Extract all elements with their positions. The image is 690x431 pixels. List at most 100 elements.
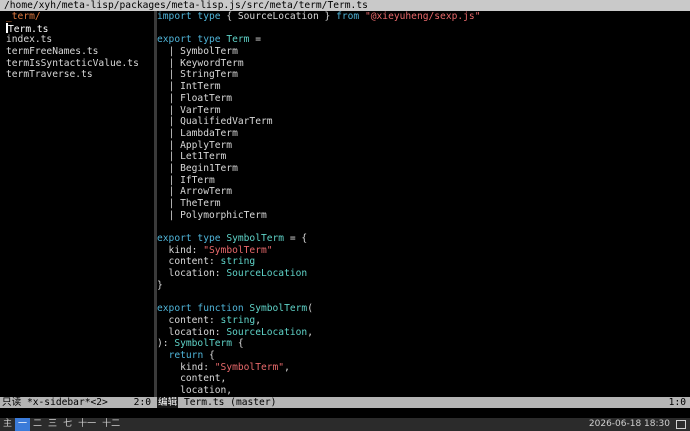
code-token: | SymbolTerm [157,46,238,58]
workspace-tab[interactable]: 十一 [75,418,99,431]
code-line[interactable]: | TheTerm [157,198,690,210]
code-token: | QualifiedVarTerm [157,116,273,128]
edit-mode-badge: 编辑 [157,397,179,408]
code-token: location: [157,268,227,280]
workspace-tab[interactable]: 三 [45,418,60,431]
taskbar: 主一二三七十一 十二 2026-06-18 18:30 [0,418,690,431]
code-line[interactable]: export function SymbolTerm( [157,303,690,315]
code-token: | TheTerm [157,198,221,209]
code-editor[interactable]: import type { SourceLocation } from "@xi… [157,11,690,397]
code-token: content: [157,314,221,326]
window-title: /home/xyh/meta-lisp/packages/meta-lisp.j… [0,0,690,11]
workspace-tab[interactable]: 七 [60,418,75,431]
code-token: export type [157,233,221,245]
code-token: content, [157,373,227,385]
code-token: , [255,314,261,326]
code-line[interactable]: } [157,280,690,292]
code-token: | IntTerm [157,81,221,93]
code-token: , [284,361,290,373]
workspace-tab[interactable]: 主 [0,418,15,431]
code-line[interactable]: | Let1Term [157,151,690,163]
editor-buffer-name: Term.ts (master) [183,397,277,408]
window-tray-icon[interactable] [676,420,686,429]
sidebar-file-termtraverse[interactable]: termTraverse.ts [0,69,154,81]
code-token: SymbolTerm [174,338,233,350]
code-token: export function [157,303,244,315]
code-line[interactable]: | KeywordTerm [157,58,690,70]
code-token: string [220,256,256,268]
sidebar-file-termissyntacticvalue[interactable]: termIsSyntacticValue.ts [0,58,154,70]
code-line[interactable]: | StringTerm [157,69,690,81]
code-token: = { [284,233,308,245]
minibuffer[interactable] [0,408,690,418]
code-line[interactable]: | FloatTerm [157,93,690,105]
code-line[interactable]: export type Term = [157,34,690,46]
code-line[interactable] [157,23,690,35]
sidebar-buffer-name: *x-sidebar*<2> [26,397,108,408]
code-token: "SymbolTerm" [214,361,285,373]
code-line[interactable]: return { [157,350,690,362]
code-line[interactable] [157,292,690,304]
code-line[interactable]: location: SourceLocation [157,268,690,280]
sidebar-cursor-position: 2:0 [133,397,151,408]
workspace-tab[interactable]: 一 [15,418,31,431]
code-token: ): [157,338,175,350]
code-token: | IfTerm [157,174,215,186]
code-line[interactable]: kind: "SymbolTerm", [157,362,690,374]
sidebar-file-termfreenames[interactable]: termFreeNames.ts [0,46,154,58]
code-line[interactable]: location: SourceLocation, [157,327,690,339]
code-line[interactable] [157,221,690,233]
code-token: kind: [157,244,204,256]
code-token: SymbolTerm [249,303,308,315]
code-line[interactable]: kind: "SymbolTerm" [157,245,690,257]
code-line[interactable]: location, [157,385,690,397]
code-token: | Let1Term [157,151,227,163]
code-token: kind: [157,361,215,373]
code-token: content: [157,256,221,268]
code-line[interactable]: export type SymbolTerm = { [157,233,690,245]
code-line[interactable]: content, [157,373,690,385]
sidebar-file-index[interactable]: index.ts [0,34,154,46]
code-token: | VarTerm [157,104,221,116]
code-token: { SourceLocation } [220,11,337,22]
code-line[interactable]: content: string, [157,315,690,327]
code-token: , [307,326,313,338]
file-sidebar[interactable]: _term/ Term.ts index.ts termFreeNames.ts… [0,11,154,397]
code-token: = [249,34,261,46]
code-token: | ArrowTerm [157,186,233,198]
code-line[interactable]: ): SymbolTerm { [157,338,690,350]
code-token: { [203,349,215,361]
code-token: ( [307,303,313,315]
code-token: location: [157,326,227,338]
sidebar-directory[interactable]: _term/ [0,11,154,23]
code-line[interactable]: | ApplyTerm [157,140,690,152]
code-line[interactable]: | SymbolTerm [157,46,690,58]
code-token: string [220,314,256,326]
code-token: | FloatTerm [157,92,233,104]
code-line[interactable]: content: string [157,256,690,268]
code-token: SourceLocation [226,268,308,280]
code-token: | KeywordTerm [157,57,244,69]
code-line[interactable]: | Begin1Term [157,163,690,175]
code-token: | LambdaTerm [157,127,238,139]
workspace-tab[interactable]: 十二 [99,418,123,431]
code-line[interactable]: | PolymorphicTerm [157,210,690,222]
code-token: "SymbolTerm" [203,244,273,256]
code-token: SourceLocation [226,326,308,338]
code-line[interactable]: | VarTerm [157,105,690,117]
code-token: | ApplyTerm [157,139,233,151]
workspace-tab[interactable]: 二 [30,418,45,431]
code-token: "@xieyuheng/sexp.js" [364,11,481,22]
code-line[interactable]: | ArrowTerm [157,186,690,198]
sidebar-modeline: 只读 *x-sidebar*<2> 2:0 [0,397,154,408]
code-line[interactable]: | LambdaTerm [157,128,690,140]
code-token: export type [157,34,221,46]
code-line[interactable]: | QualifiedVarTerm [157,116,690,128]
code-line[interactable]: import type { SourceLocation } from "@xi… [157,11,690,23]
sidebar-file-term[interactable]: Term.ts [0,22,154,35]
code-token: Term [226,34,250,46]
code-line[interactable]: | IntTerm [157,81,690,93]
code-line[interactable]: | IfTerm [157,175,690,187]
code-token: return [168,349,204,361]
